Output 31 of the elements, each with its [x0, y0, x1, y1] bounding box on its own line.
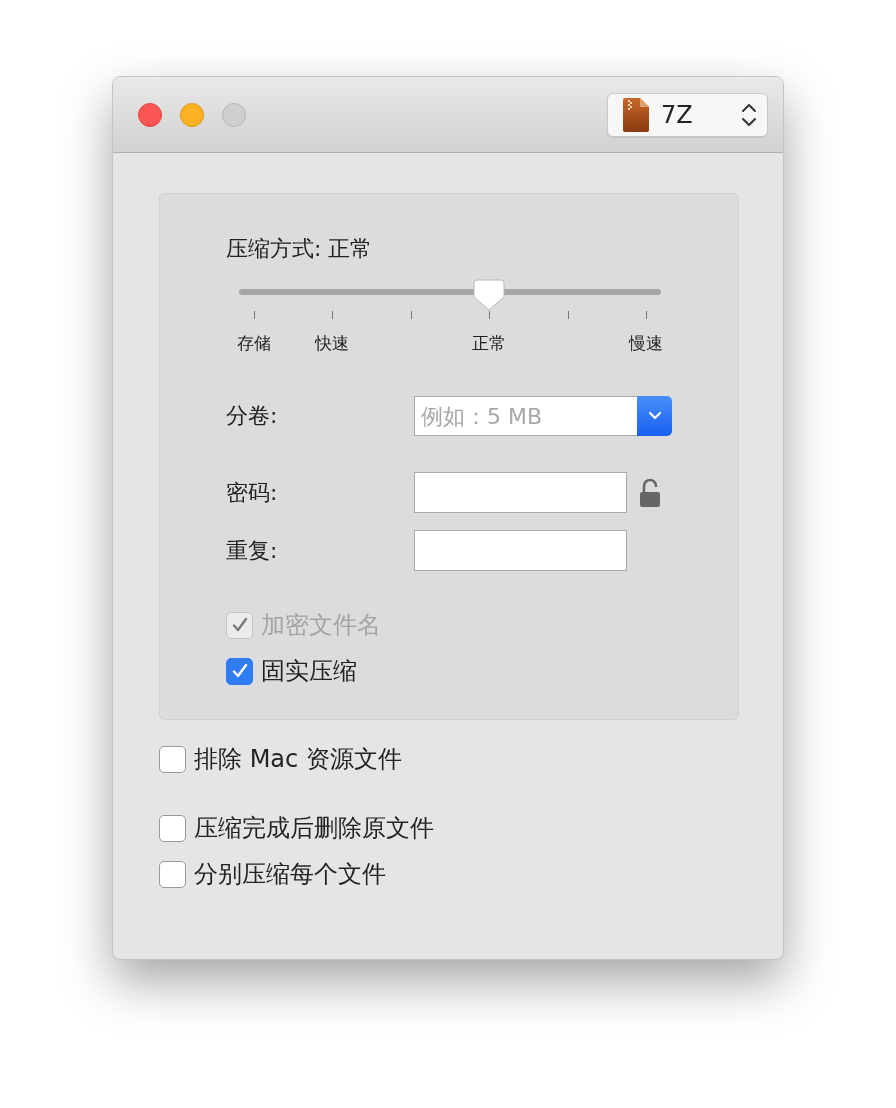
checkmark-icon: [230, 616, 249, 634]
checkbox[interactable]: [159, 860, 186, 888]
close-button[interactable]: [138, 102, 162, 127]
checkbox[interactable]: [159, 814, 186, 842]
checkbox-label: 排除 Mac 资源文件: [194, 744, 402, 775]
up-down-chevron-icon: [741, 102, 757, 127]
format-popup[interactable]: 7Z: [607, 92, 768, 137]
archive-file-icon: [623, 97, 649, 132]
field-label: 分卷:: [226, 402, 279, 430]
tick-label: 慢速: [629, 332, 663, 355]
minimize-button[interactable]: [180, 102, 204, 127]
tick-label: 存储: [237, 332, 271, 355]
chevron-down-icon: [647, 411, 662, 421]
checkmark-icon: [230, 662, 249, 680]
checkbox-label: 压缩完成后删除原文件: [194, 813, 434, 844]
password-field[interactable]: [414, 472, 627, 513]
field-label: 重复:: [226, 536, 279, 565]
checkbox[interactable]: [159, 745, 186, 773]
dropdown-button[interactable]: [637, 396, 672, 436]
field-label: 密码:: [226, 478, 279, 507]
slider-thumb[interactable]: [472, 277, 507, 311]
checkbox[interactable]: [226, 657, 253, 685]
split-size-field[interactable]: 例如：5 MB: [414, 396, 637, 436]
unlock-icon[interactable]: [639, 477, 661, 508]
tick-label: 快速: [315, 332, 350, 355]
checkbox-label: 分别压缩每个文件: [194, 859, 386, 890]
repeat-password-field[interactable]: [414, 530, 627, 571]
compression-title: 压缩方式: 正常: [226, 235, 374, 263]
tick-label: 正常: [472, 332, 507, 355]
checkbox-label: 加密文件名: [261, 610, 381, 641]
checkbox-label: 固实压缩: [261, 656, 357, 687]
